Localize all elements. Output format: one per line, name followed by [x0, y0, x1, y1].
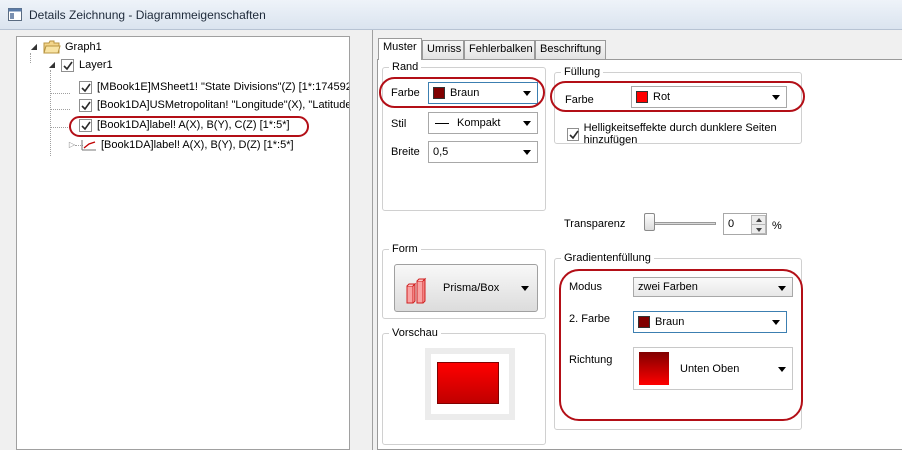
tree-node-plot-1[interactable]: [MBook1E]MSheet1! "State Divisions"(Z) […: [79, 79, 350, 95]
window-icon: [8, 8, 22, 21]
chevron-down-icon: [772, 95, 780, 100]
chevron-down-icon: [523, 91, 531, 96]
shading-checkbox-label: Helligkeitseffekte durch dunklere Seiten…: [583, 122, 777, 146]
muster-panel: Rand Farbe Braun Stil Kompakt Breite 0,5…: [377, 59, 902, 450]
richtung-combo[interactable]: Unten Oben: [633, 347, 793, 390]
prism-box-icon: [406, 277, 427, 304]
preview-frame: [425, 348, 515, 420]
transparenz-unit: %: [772, 220, 782, 232]
tree-label-plot-4: [Book1DA]label! A(X), B(Y), D(Z) [1*:5*]: [101, 139, 294, 151]
rot-swatch: [636, 91, 648, 103]
form-group-title: Form: [389, 243, 421, 255]
collapse-icon[interactable]: ◢: [47, 60, 57, 70]
collapse-icon[interactable]: ◢: [29, 42, 39, 52]
preview-box: [437, 362, 499, 404]
form-value: Prisma/Box: [443, 282, 500, 294]
tree-label-plot-3: [Book1DA]label! A(X), B(Y), C(Z) [1*:5*]: [97, 119, 290, 131]
shading-checkbox[interactable]: [567, 127, 579, 141]
modus-label: Modus: [569, 281, 603, 293]
tab-umriss[interactable]: Umriss: [422, 40, 464, 59]
window-title: Details Zeichnung - Diagrammeigenschafte…: [29, 8, 266, 22]
tree-label-graph: Graph1: [65, 41, 102, 53]
spin-down-button[interactable]: [751, 224, 766, 234]
tab-beschriftung[interactable]: Beschriftung: [535, 40, 606, 59]
form-group: Form Prisma/Box: [382, 243, 546, 319]
tab-fehlerbalken[interactable]: Fehlerbalken: [464, 40, 535, 59]
plot-tree[interactable]: ◢ Graph1 ◢ Layer1 [MBook1E]MSheet1! "Sta…: [16, 36, 350, 450]
line-plot-icon: [81, 140, 96, 151]
shading-checkbox-row[interactable]: Helligkeitseffekte durch dunklere Seiten…: [567, 122, 801, 146]
transparenz-slider-thumb[interactable]: [644, 213, 655, 231]
gradient-group: Gradientenfüllung Modus zwei Farben 2. F…: [554, 252, 803, 430]
richtung-label: Richtung: [569, 354, 613, 366]
rand-farbe-combo[interactable]: Braun: [428, 82, 538, 104]
chevron-down-icon: [523, 150, 531, 155]
tree-label-plot-1: [MBook1E]MSheet1! "State Divisions"(Z) […: [97, 81, 350, 93]
modus-combo[interactable]: zwei Farben: [633, 277, 793, 297]
farbe2-label: 2. Farbe: [569, 313, 610, 325]
rand-group-title: Rand: [389, 61, 422, 73]
plot-checkbox[interactable]: [79, 98, 92, 112]
gradient-direction-swatch: [639, 352, 669, 385]
tree-node-layer[interactable]: ◢ Layer1: [47, 57, 113, 73]
transparenz-spinbox[interactable]: 0: [723, 213, 767, 235]
rand-group: Rand Farbe Braun Stil Kompakt Breite 0,5: [379, 61, 546, 211]
rand-farbe-label: Farbe: [391, 87, 420, 99]
tab-muster[interactable]: Muster: [378, 38, 422, 60]
tree-label-layer: Layer1: [79, 59, 113, 71]
properties-pane: Muster Umriss Fehlerbalken Beschriftung …: [372, 30, 902, 450]
rand-breite-label: Breite: [391, 146, 420, 158]
chevron-down-icon: [778, 367, 786, 372]
braun-swatch: [433, 87, 445, 99]
chevron-down-icon: [523, 121, 531, 126]
tree-node-plot-3[interactable]: [Book1DA]label! A(X), B(Y), C(Z) [1*:5*]: [79, 117, 290, 133]
title-bar: Details Zeichnung - Diagrammeigenschafte…: [0, 0, 902, 30]
form-dropdown[interactable]: Prisma/Box: [394, 264, 538, 312]
vorschau-group-title: Vorschau: [389, 327, 441, 339]
rand-breite-combo[interactable]: 0,5: [428, 141, 538, 163]
layer-checkbox[interactable]: [61, 58, 74, 72]
vorschau-group: Vorschau: [382, 327, 546, 445]
fuellung-farbe-label: Farbe: [565, 94, 594, 106]
plot-checkbox[interactable]: [79, 118, 92, 132]
transparenz-label: Transparenz: [564, 218, 626, 230]
tree-node-plot-2[interactable]: [Book1DA]USMetropolitan! "Longitude"(X),…: [79, 97, 350, 113]
chevron-down-icon: [778, 286, 786, 291]
tree-label-plot-2: [Book1DA]USMetropolitan! "Longitude"(X),…: [97, 99, 350, 111]
braun-swatch: [638, 316, 650, 328]
richtung-value: Unten Oben: [680, 363, 740, 375]
fuellung-group-title: Füllung: [561, 66, 604, 78]
tree-node-graph[interactable]: ◢ Graph1: [29, 39, 102, 55]
rand-stil-combo[interactable]: Kompakt: [428, 112, 538, 134]
plot-checkbox[interactable]: [79, 80, 92, 94]
splitter[interactable]: [350, 30, 372, 450]
tree-node-plot-4[interactable]: ▷ [Book1DA]label! A(X), B(Y), D(Z) [1*:5…: [67, 137, 294, 153]
folder-icon: [43, 40, 61, 54]
solid-line-icon: [435, 122, 449, 124]
fuellung-farbe-combo[interactable]: Rot: [631, 86, 787, 108]
chevron-down-icon: [772, 320, 780, 325]
farbe2-combo[interactable]: Braun: [633, 311, 787, 333]
rand-stil-label: Stil: [391, 118, 407, 130]
expand-icon[interactable]: ▷: [67, 140, 77, 150]
gradient-group-title: Gradientenfüllung: [561, 252, 654, 264]
fuellung-group: Füllung Farbe Rot Helligkeitseffekte dur…: [550, 66, 805, 146]
chevron-down-icon: [521, 286, 529, 291]
